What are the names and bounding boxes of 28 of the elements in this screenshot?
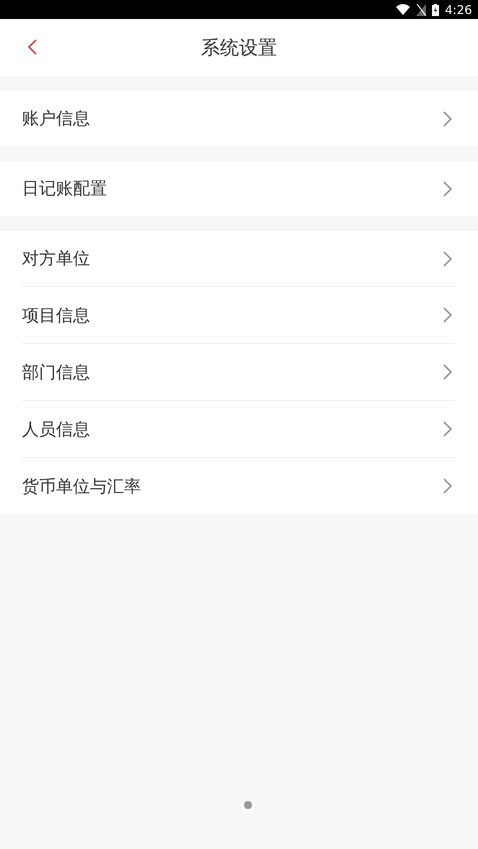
page-indicator-dot [244,801,252,809]
row-label: 账户信息 [22,108,90,130]
row-label: 人员信息 [22,418,90,440]
battery-icon [432,4,440,16]
page-title: 系统设置 [201,36,277,60]
chevron-icon [443,250,452,266]
chevron-icon [443,421,452,437]
row-label: 对方单位 [22,248,90,270]
settings-row[interactable]: 货币单位与汇率 [22,457,456,514]
settings-row[interactable]: 日记账配置 [22,161,456,216]
chevron-icon [443,307,452,323]
back-icon[interactable] [27,39,37,55]
settings-row[interactable]: 项目信息 [22,286,456,343]
row-label: 部门信息 [22,362,90,384]
chevron-icon [443,180,452,196]
row-label: 项目信息 [22,304,90,326]
chevron-icon [443,110,452,126]
chevron-icon [443,364,452,380]
settings-row[interactable]: 部门信息 [22,343,456,400]
row-label: 日记账配置 [22,178,107,200]
settings-row[interactable]: 账户信息 [22,91,456,146]
row-label: 货币单位与汇率 [22,476,141,498]
status-time: 4:26 [445,2,472,16]
settings-row[interactable]: 人员信息 [22,400,456,457]
no-signal-icon [416,4,426,16]
wifi-icon [396,4,410,15]
chevron-icon [443,478,452,494]
settings-row[interactable]: 对方单位 [22,231,456,286]
